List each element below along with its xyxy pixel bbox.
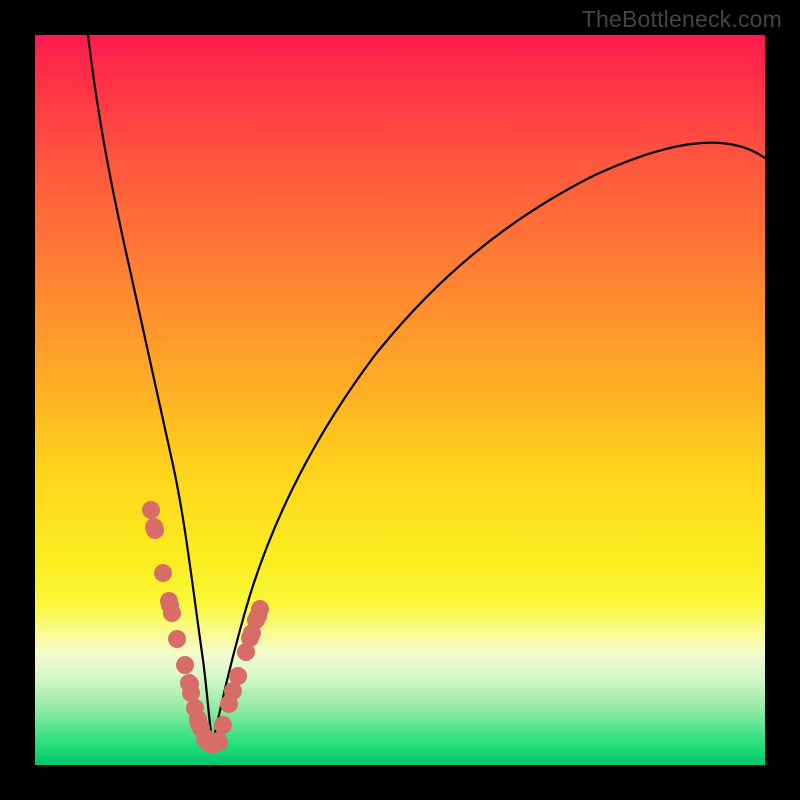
data-dot: [168, 630, 186, 648]
plot-area: [35, 35, 765, 765]
chart-frame: TheBottleneck.com: [0, 0, 800, 800]
data-dot: [146, 521, 164, 539]
data-dot: [229, 667, 247, 685]
curve-left-branch: [88, 35, 212, 740]
data-dot: [214, 716, 232, 734]
data-dot: [154, 564, 172, 582]
data-dot: [163, 604, 181, 622]
data-dot: [142, 501, 160, 519]
curve-right-branch: [213, 143, 765, 742]
valley-marker: [205, 739, 218, 744]
chart-svg: [35, 35, 765, 765]
data-dot: [251, 600, 269, 618]
data-dot: [176, 656, 194, 674]
watermark-text: TheBottleneck.com: [582, 6, 782, 33]
